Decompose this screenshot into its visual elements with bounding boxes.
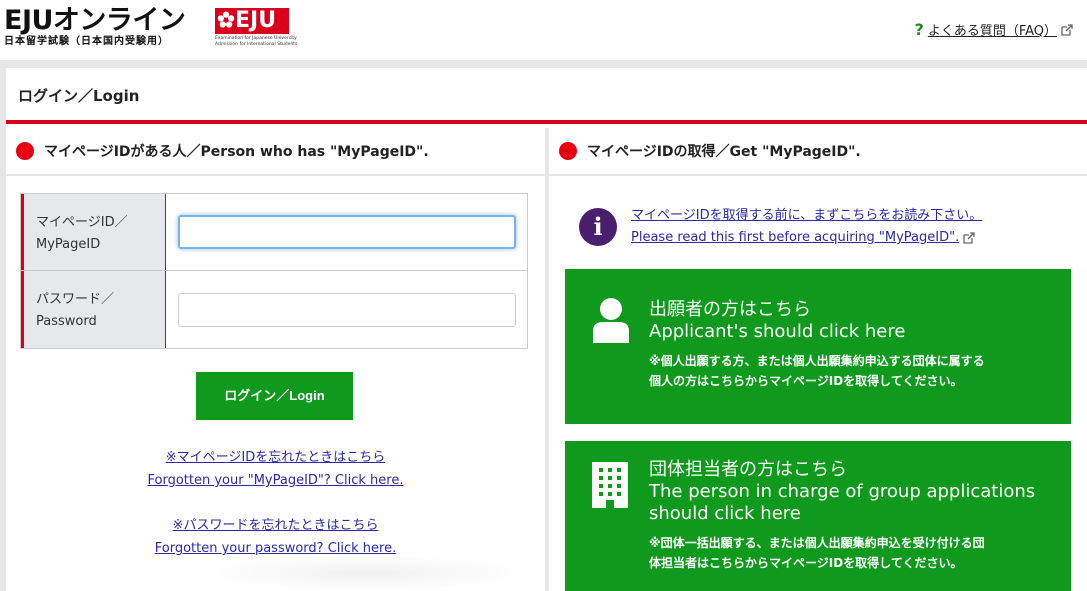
- applicant-note-line1: ※個人出願する方、または個人出願集約申込する団体に属する: [649, 354, 985, 368]
- info-icon: i: [579, 208, 617, 246]
- scroll-shadow: [200, 555, 530, 591]
- applicant-note-line2: 個人の方はこちらからマイページIDを取得してください。: [649, 374, 963, 388]
- applicant-note: ※個人出願する方、または個人出願集約申込する団体に属する 個人の方はこちらからマ…: [649, 351, 1049, 391]
- logo-subtitle: 日本留学試験（日本国内受験用）: [4, 36, 169, 47]
- applicant-title: 出願者の方はこちら Applicant's should click here: [649, 299, 905, 343]
- person-icon: [593, 298, 629, 343]
- password-label-jp: パスワード／: [36, 292, 115, 307]
- get-id-section-heading: マイページIDの取得／Get "MyPageID".: [549, 128, 1087, 176]
- mypageid-label-en: MyPageID: [36, 237, 101, 252]
- read-first-link-en[interactable]: Please read this first before acquiring …: [631, 227, 959, 249]
- group-title-en-line2: should click here: [649, 503, 801, 524]
- site-header: EJUオンライン 日本留学試験（日本国内受験用） EJU Examination…: [0, 0, 1087, 60]
- login-button[interactable]: ログイン／Login: [196, 372, 353, 420]
- login-section-title: マイページIDがある人／Person who has "MyPageID".: [44, 144, 429, 160]
- page-title: ログイン／Login: [6, 68, 1087, 124]
- faq-link-group: ? よくある質問（FAQ）: [915, 20, 1073, 39]
- red-dot-icon: [16, 142, 34, 160]
- password-input[interactable]: [178, 292, 516, 327]
- mypageid-input[interactable]: [178, 215, 516, 249]
- read-first-link-jp[interactable]: マイページIDを取得する前に、まずこちらをお読み下さい。: [631, 205, 982, 227]
- group-card-button[interactable]: 団体担当者の方はこちら The person in charge of grou…: [565, 441, 1071, 591]
- external-link-icon: [1061, 23, 1073, 36]
- logo-title: EJUオンライン: [4, 5, 186, 36]
- eju-badge: EJU: [215, 8, 289, 34]
- get-id-section: マイページIDの取得／Get "MyPageID". i マイページIDを取得す…: [549, 128, 1087, 591]
- group-note-line2: 体担当者はこちらからマイページIDを取得してください。: [649, 556, 963, 570]
- forgot-password-link-jp[interactable]: ※パスワードを忘れたときはこちら: [6, 514, 545, 537]
- group-note-line1: ※団体一括出願する、または個人出願集約申込を受け付ける団: [649, 536, 985, 550]
- group-note: ※団体一括出願する、または個人出願集約申込を受け付ける団 体担当者はこちらからマ…: [649, 533, 1049, 573]
- login-section-heading: マイページIDがある人／Person who has "MyPageID".: [6, 128, 545, 176]
- login-form: マイページID／ MyPageID パスワード／ Password: [20, 193, 528, 349]
- badge-caption: Examination for Japanese University Admi…: [215, 36, 298, 47]
- login-section: マイページIDがある人／Person who has "MyPageID". マ…: [6, 128, 545, 591]
- site-logo[interactable]: EJUオンライン 日本留学試験（日本国内受験用）: [4, 5, 186, 48]
- get-id-section-title: マイページIDの取得／Get "MyPageID".: [587, 144, 861, 160]
- badge-text: EJU: [235, 8, 277, 33]
- building-icon: [592, 462, 628, 508]
- forgot-id-link-group: ※マイページIDを忘れたときはこちら Forgotten your "MyPag…: [6, 446, 545, 492]
- group-title-en-line1: The person in charge of group applicatio…: [649, 481, 1036, 502]
- forgot-id-link-jp[interactable]: ※マイページIDを忘れたときはこちら: [6, 446, 545, 469]
- password-row: パスワード／ Password: [21, 271, 527, 348]
- forgot-password-link-group: ※パスワードを忘れたときはこちら Forgotten your password…: [6, 514, 545, 560]
- mypageid-label: マイページID／ MyPageID: [21, 194, 166, 270]
- sakura-icon: [217, 11, 235, 28]
- mypageid-row: マイページID／ MyPageID: [21, 194, 527, 271]
- faq-link[interactable]: よくある質問（FAQ）: [928, 20, 1057, 39]
- external-link-icon: [963, 232, 975, 244]
- mypageid-label-jp: マイページID／: [36, 215, 128, 230]
- password-label-en: Password: [36, 314, 97, 329]
- password-label: パスワード／ Password: [21, 271, 166, 348]
- info-notice: i マイページIDを取得する前に、まずこちらをお読み下さい。 Please re…: [579, 205, 982, 249]
- applicant-card-button[interactable]: 出願者の方はこちら Applicant's should click here …: [565, 269, 1071, 424]
- group-title-jp: 団体担当者の方はこちら: [649, 459, 847, 480]
- group-title: 団体担当者の方はこちら The person in charge of grou…: [649, 459, 1035, 525]
- applicant-title-en: Applicant's should click here: [649, 321, 906, 342]
- red-dot-icon: [559, 142, 577, 160]
- applicant-title-jp: 出願者の方はこちら: [649, 299, 811, 320]
- question-icon: ?: [914, 20, 924, 39]
- forgot-id-link-en[interactable]: Forgotten your "MyPageID"? Click here.: [6, 469, 545, 492]
- login-panel: ログイン／Login マイページIDがある人／Person who has "M…: [6, 68, 1087, 591]
